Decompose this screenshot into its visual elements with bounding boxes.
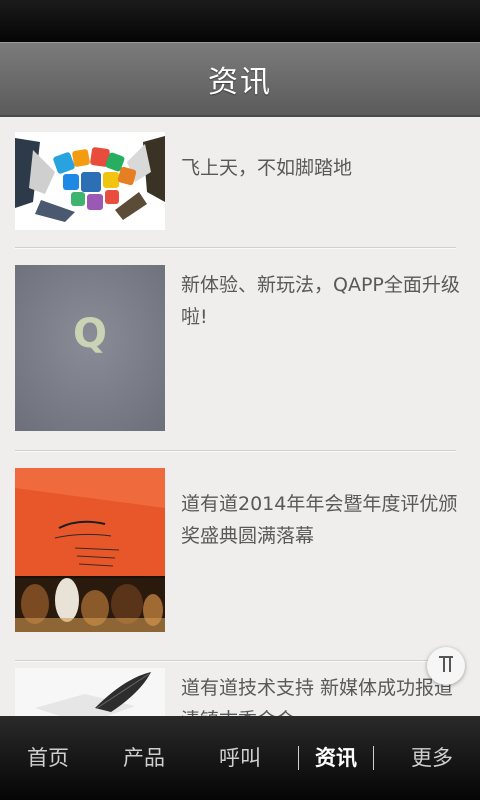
news-item[interactable]: Q 新体验、新玩法，QAPP全面升级啦!	[15, 265, 460, 450]
news-title: 新体验、新玩法，QAPP全面升级啦!	[181, 274, 460, 328]
divider	[15, 247, 456, 249]
q-logo-text: Q	[73, 311, 107, 357]
news-item[interactable]: 飞上天，不如脚踏地	[15, 132, 456, 247]
back-to-top-button[interactable]	[427, 647, 465, 685]
page-header: 资讯	[0, 42, 480, 117]
divider	[15, 450, 456, 452]
status-bar	[0, 0, 480, 42]
tab-label: 资讯	[315, 746, 357, 770]
divider	[15, 660, 456, 662]
news-title: 道有道2014年年会暨年度评优颁奖盛典圆满落幕	[181, 493, 458, 547]
tab-call[interactable]: 呼叫	[192, 716, 288, 800]
screen: 资讯 飞上天，不如脚踏地 Q 新体验、新玩法，QAPP全面升级啦! 道有道201…	[0, 0, 480, 800]
tab-label: 更多	[411, 746, 453, 770]
news-item[interactable]: 道有道2014年年会暨年度评优颁奖盛典圆满落幕	[15, 468, 457, 660]
tab-products[interactable]: 产品	[96, 716, 192, 800]
tab-home[interactable]: 首页	[0, 716, 96, 800]
tab-label: 产品	[123, 746, 165, 770]
back-to-top-icon	[437, 654, 455, 678]
bottom-tab-bar: 首页 产品 呼叫 资讯 更多	[0, 716, 480, 800]
page-title: 资讯	[208, 65, 272, 100]
tab-more[interactable]: 更多	[384, 716, 480, 800]
annual-meeting-image	[15, 468, 165, 632]
tab-news[interactable]: 资讯	[288, 716, 384, 800]
handshake-apps-image	[15, 132, 165, 230]
news-title: 飞上天，不如脚踏地	[181, 157, 353, 179]
tab-label: 呼叫	[219, 746, 261, 770]
tab-label: 首页	[27, 746, 69, 770]
q-logo-image: Q	[15, 265, 165, 431]
